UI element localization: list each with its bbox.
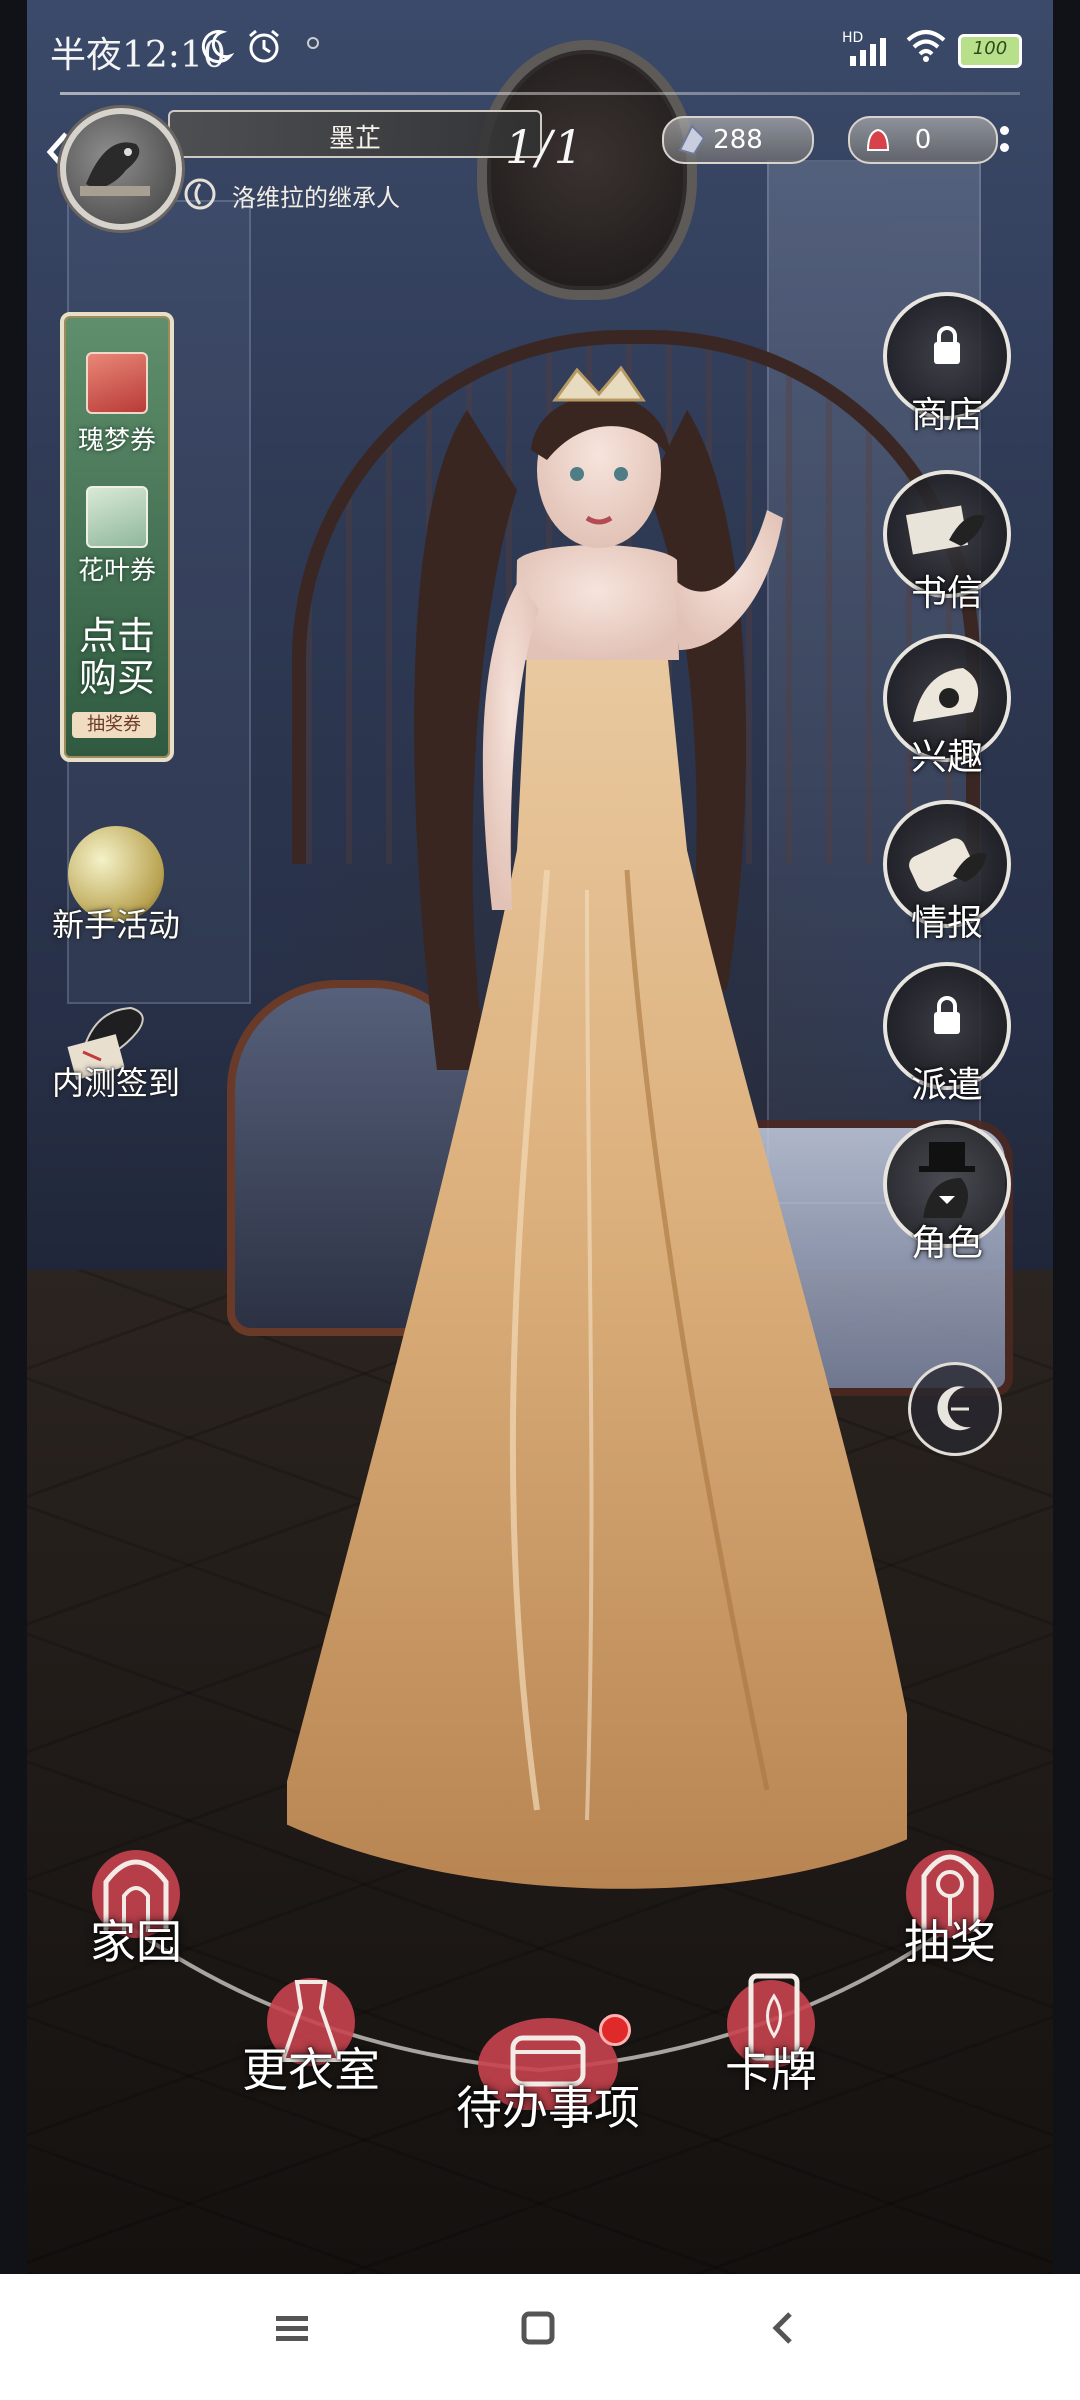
nav-cards[interactable]: 卡牌 [696, 1960, 846, 2100]
moon-icon [201, 30, 234, 64]
currency-ticket[interactable]: 0 [848, 116, 998, 164]
ticket-shop-panel[interactable]: 瑰梦券 花叶券 点击 购买 抽奖券 [60, 312, 174, 762]
back-nav-icon[interactable] [766, 2310, 802, 2346]
newbie-event-label: 新手活动 [51, 906, 180, 944]
beta-signin-button[interactable]: 内测签到 [36, 990, 196, 1104]
wifi-icon [906, 30, 946, 62]
notification-dot [599, 2014, 631, 2046]
nav-lottery-label: 抽奖 [904, 1915, 996, 1969]
currency-crystal[interactable]: 288 [662, 116, 814, 164]
avatar[interactable] [60, 108, 182, 230]
signal-icon [850, 38, 886, 66]
nav-todo[interactable]: 待办事项 [448, 2000, 648, 2138]
raven-avatar-icon [80, 142, 150, 196]
character-label: 角色 [910, 1223, 983, 1264]
recent-apps-icon[interactable] [274, 2310, 310, 2346]
name-plate[interactable]: 墨芷 [168, 110, 542, 158]
system-navigation-bar [0, 2274, 1080, 2400]
buy-label-line2: 购买 [78, 656, 155, 700]
alarm-icon [249, 29, 279, 63]
moon-menu-button[interactable] [908, 1362, 1002, 1456]
lock-icon [934, 996, 960, 1034]
nav-home[interactable]: 家园 [56, 1832, 216, 1972]
shop-button[interactable]: 商店 [872, 292, 1022, 438]
scroll-icon [909, 838, 987, 892]
battery-level: 100 [972, 38, 1008, 59]
flower-fan-icon [913, 668, 979, 722]
ticket-count: 0 [914, 125, 932, 155]
more-dot-icon [1000, 126, 1009, 135]
dispatch-label: 派遣 [910, 1065, 983, 1106]
page-indicator: 1/1 [505, 120, 586, 174]
character-figure[interactable] [287, 350, 907, 1910]
crystal-count: 288 [713, 125, 763, 155]
title-ornament-icon [184, 178, 216, 210]
newbie-event-button[interactable]: 新手活动 [36, 826, 196, 946]
buy-label-line1: 点击 [78, 614, 155, 658]
nav-todo-label: 待办事项 [456, 2081, 640, 2135]
nav-wardrobe[interactable]: 更衣室 [226, 1960, 396, 2100]
home-icon[interactable] [520, 2310, 556, 2346]
rose-dream-ticket-icon [86, 352, 148, 414]
battery-icon: 100 [958, 34, 1022, 68]
more-menu-button[interactable] [1000, 126, 1014, 176]
more-dot-icon [1000, 143, 1009, 152]
leaf-ticket-icon [86, 486, 148, 548]
nav-cards-label: 卡牌 [725, 2043, 817, 2097]
letters-label: 书信 [910, 573, 983, 614]
status-bar: 半夜12:10 HD 100 [0, 0, 1080, 100]
sync-icon [307, 37, 319, 49]
lock-icon [934, 326, 960, 364]
player-name: 墨芷 [328, 124, 381, 154]
nav-wardrobe-label: 更衣室 [242, 2043, 380, 2097]
nav-lottery[interactable]: 抽奖 [870, 1832, 1030, 1972]
topbar-divider [60, 92, 1020, 95]
player-title: 洛维拉的继承人 [232, 184, 400, 212]
interest-label: 兴趣 [910, 737, 983, 778]
shop-label: 商店 [910, 395, 983, 436]
ticket-label-leaf: 花叶券 [77, 556, 156, 586]
beta-signin-label: 内测签到 [51, 1064, 180, 1102]
dispatch-button[interactable]: 派遣 [872, 962, 1022, 1108]
ticket-label-rose: 瑰梦券 [77, 426, 156, 456]
letters-button[interactable]: 书信 [872, 470, 1022, 616]
interest-button[interactable]: 兴趣 [872, 634, 1022, 780]
buy-sub-label: 抽奖券 [72, 712, 156, 738]
crescent-moon-icon [937, 1386, 971, 1431]
intel-button[interactable]: 情报 [872, 800, 1022, 946]
intel-label: 情报 [910, 903, 983, 944]
character-button[interactable]: 角色 [872, 1120, 1022, 1266]
envelope-icon [905, 505, 985, 555]
nav-home-label: 家园 [90, 1915, 182, 1969]
